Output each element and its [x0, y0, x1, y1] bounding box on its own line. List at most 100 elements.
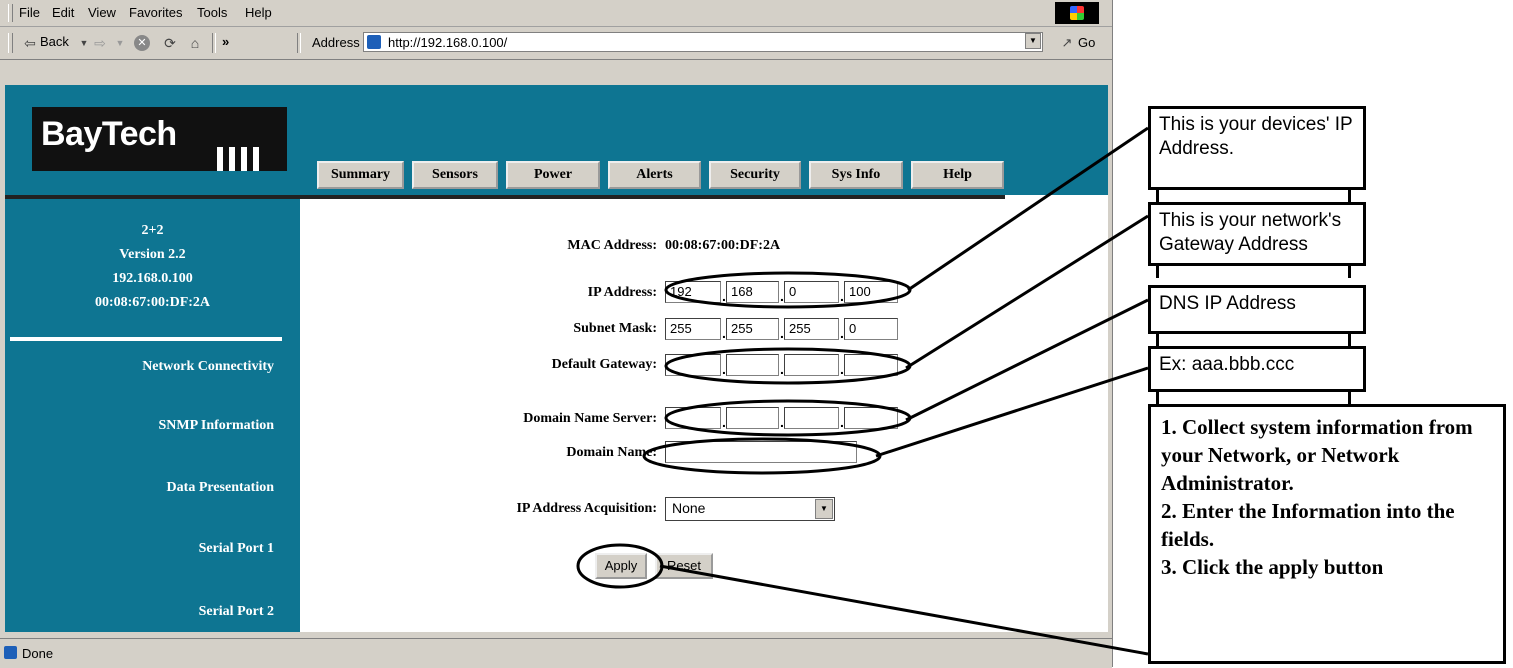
- refresh-icon[interactable]: ⟳: [160, 33, 180, 53]
- stop-icon[interactable]: ✕: [134, 35, 150, 51]
- browser-window: File Edit View Favorites Tools Help ⇦ Ba…: [0, 0, 1113, 668]
- gateway-octet-2[interactable]: [726, 354, 779, 376]
- toolbar-more-button[interactable]: »: [222, 34, 229, 49]
- callout-connector: [1156, 334, 1159, 346]
- dns-octet-4[interactable]: [844, 407, 898, 429]
- page-icon: [367, 35, 381, 49]
- callout-connector: [1348, 266, 1351, 278]
- logo-bars-icon: [217, 147, 265, 171]
- subnet-octet-2[interactable]: 255: [726, 318, 779, 340]
- sidebar-item-serial-port-2[interactable]: Serial Port 2: [199, 604, 274, 620]
- address-bar[interactable]: http://192.168.0.100/: [363, 32, 1043, 52]
- dns-octet-2[interactable]: [726, 407, 779, 429]
- menu-tools[interactable]: Tools: [197, 5, 227, 20]
- sidebar-item-snmp-information[interactable]: SNMP Information: [159, 418, 275, 434]
- chevron-down-icon[interactable]: ▼: [815, 499, 833, 519]
- menu-edit[interactable]: Edit: [52, 5, 74, 20]
- dns-callout: DNS IP Address: [1148, 285, 1366, 334]
- page-header: BayTech Summary Sensors Power Alerts Sec…: [5, 85, 1108, 195]
- instruction-step-3: 3. Click the apply button: [1161, 555, 1384, 579]
- web-page: BayTech Summary Sensors Power Alerts Sec…: [5, 85, 1108, 632]
- default-gateway-label: Default Gateway:: [551, 357, 657, 372]
- callout-connector: [1156, 392, 1159, 404]
- go-arrow-icon[interactable]: ↗: [1057, 33, 1077, 53]
- toolbar-separator: [212, 33, 216, 53]
- page-done-icon: [4, 646, 17, 659]
- apply-button[interactable]: Apply: [595, 553, 647, 579]
- ip-address-callout: This is your devices' IP Address.: [1148, 106, 1366, 190]
- address-label: Address: [312, 35, 360, 50]
- reset-button[interactable]: Reset: [655, 553, 713, 579]
- gateway-octet-1[interactable]: [665, 354, 721, 376]
- callout-connector: [1348, 190, 1351, 202]
- tab-alerts[interactable]: Alerts: [608, 161, 701, 189]
- callout-connector: [1348, 392, 1351, 404]
- device-mac: 00:08:67:00:DF:2A: [94, 295, 211, 310]
- back-button[interactable]: Back: [40, 34, 69, 49]
- subnet-octet-4[interactable]: 0: [844, 318, 898, 340]
- sidebar-item-data-presentation[interactable]: Data Presentation: [167, 480, 274, 496]
- instruction-step-1: 1. Collect system information from your …: [1161, 415, 1473, 495]
- callout-connector: [1348, 334, 1351, 346]
- tab-summary[interactable]: Summary: [317, 161, 404, 189]
- menu-help[interactable]: Help: [245, 5, 272, 20]
- callout-connector: [1156, 266, 1159, 278]
- device-version: Version 2.2: [119, 247, 186, 262]
- device-ip: 192.168.0.100: [112, 271, 193, 286]
- sidebar-item-serial-port-1[interactable]: Serial Port 1: [199, 541, 274, 557]
- gateway-octet-4[interactable]: [844, 354, 898, 376]
- address-url[interactable]: http://192.168.0.100/: [388, 35, 507, 50]
- domain-callout: Ex: aaa.bbb.ccc: [1148, 346, 1366, 392]
- ip-acquisition-label: IP Address Acquisition:: [516, 501, 657, 516]
- ip-acquisition-select[interactable]: None ▼: [665, 497, 835, 521]
- menubar-grip: [8, 4, 13, 22]
- subnet-octet-1[interactable]: 255: [665, 318, 721, 340]
- forward-arrow-icon[interactable]: ⇨: [90, 33, 110, 53]
- instruction-step-2: 2. Enter the Information into the fields…: [1161, 499, 1455, 551]
- menu-favorites[interactable]: Favorites: [129, 5, 182, 20]
- baytech-logo-text: BayTech: [41, 115, 177, 153]
- dns-octet-3[interactable]: [784, 407, 839, 429]
- dns-label: Domain Name Server:: [523, 411, 657, 426]
- menu-view[interactable]: View: [88, 5, 116, 20]
- ip-octet-1[interactable]: 192: [665, 281, 721, 303]
- dns-octet-1[interactable]: [665, 407, 721, 429]
- gateway-callout: This is your network's Gateway Address: [1148, 202, 1366, 266]
- sidebar-item-network-connectivity[interactable]: Network Connectivity: [142, 359, 274, 375]
- subnet-octet-3[interactable]: 255: [784, 318, 839, 340]
- menu-file[interactable]: File: [19, 5, 40, 20]
- device-model: 2+2: [141, 223, 164, 238]
- sidebar: 2+2 Version 2.2 192.168.0.100 00:08:67:0…: [5, 199, 300, 632]
- tab-power[interactable]: Power: [506, 161, 600, 189]
- forward-dropdown-icon[interactable]: ▼: [110, 33, 130, 53]
- status-bar: Done: [0, 638, 1112, 668]
- ip-octet-2[interactable]: 168: [726, 281, 779, 303]
- callout-connector: [1156, 190, 1159, 202]
- instructions-callout: 1. Collect system information from your …: [1148, 404, 1506, 664]
- menu-bar: File Edit View Favorites Tools Help: [0, 0, 1112, 27]
- ip-octet-3[interactable]: 0: [784, 281, 839, 303]
- home-icon[interactable]: ⌂: [185, 33, 205, 53]
- tab-sys-info[interactable]: Sys Info: [809, 161, 903, 189]
- back-arrow-icon[interactable]: ⇦: [20, 33, 40, 53]
- domain-name-input[interactable]: [665, 441, 857, 463]
- gateway-octet-3[interactable]: [784, 354, 839, 376]
- browser-toolbar: ⇦ Back ▼ ⇨ ▼ ✕ ⟳ ⌂ » Address http://192.…: [0, 27, 1112, 60]
- go-button[interactable]: Go: [1078, 35, 1095, 50]
- sidebar-divider: [10, 337, 282, 341]
- domain-name-label: Domain Name:: [566, 445, 657, 460]
- tab-sensors[interactable]: Sensors: [412, 161, 498, 189]
- subnet-mask-label: Subnet Mask:: [573, 321, 657, 336]
- ip-address-label: IP Address:: [587, 285, 657, 300]
- ip-acquisition-value: None: [672, 500, 706, 516]
- tab-help[interactable]: Help: [911, 161, 1004, 189]
- status-text: Done: [22, 646, 54, 661]
- ip-octet-4[interactable]: 100: [844, 281, 898, 303]
- address-dropdown-icon[interactable]: ▼: [1025, 33, 1041, 49]
- tab-security[interactable]: Security: [709, 161, 801, 189]
- mac-address-label: MAC Address:: [567, 238, 657, 253]
- toolbar-separator: [297, 33, 301, 53]
- windows-logo-icon: [1055, 2, 1099, 24]
- toolbar-grip: [8, 33, 13, 53]
- mac-address-value: 00:08:67:00:DF:2A: [665, 238, 781, 253]
